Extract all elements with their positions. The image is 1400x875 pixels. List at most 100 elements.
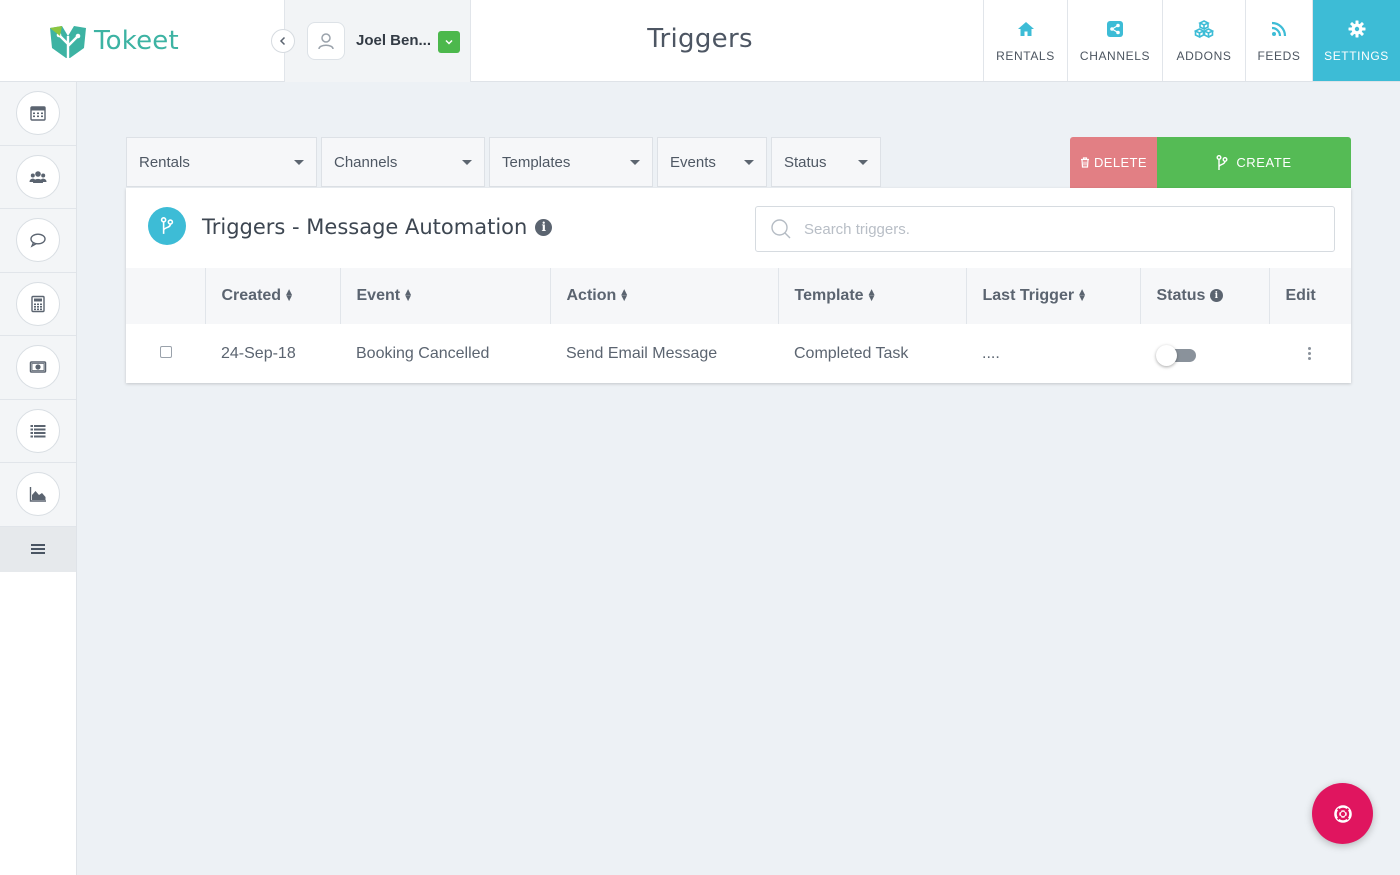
template-cell: Completed Task	[794, 344, 909, 362]
delete-button[interactable]: DELETE	[1070, 137, 1157, 188]
user-menu[interactable]: Joel Ben...	[284, 0, 471, 82]
sidebar-item-tasks[interactable]	[0, 399, 76, 463]
nav-settings-label: SETTINGS	[1324, 48, 1389, 63]
users-icon	[29, 170, 47, 183]
select-column-header	[126, 268, 206, 324]
nav-rentals[interactable]: RENTALS	[983, 0, 1067, 81]
filter-status-label: Status	[784, 153, 827, 171]
panel-title: Triggers - Message Automation i	[202, 215, 553, 239]
home-icon	[1017, 21, 1034, 36]
sort-icon: ▲ ▼	[866, 286, 877, 304]
sidebar-item-circle	[16, 408, 60, 453]
column-event[interactable]: Event ▲ ▼	[340, 268, 551, 324]
nav-feeds[interactable]: FEEDS	[1245, 0, 1312, 81]
money-icon	[29, 361, 47, 373]
chevron-down-icon	[445, 39, 453, 45]
row-select-cell	[126, 324, 205, 383]
caret-down-icon	[462, 159, 472, 165]
column-template[interactable]: Template ▲ ▼	[778, 268, 967, 324]
status-cell	[1140, 324, 1269, 383]
trash-icon	[1081, 157, 1089, 168]
sidebar-item-messages[interactable]	[0, 209, 76, 273]
sort-icon: ▲ ▼	[284, 286, 294, 304]
create-button-label: CREATE	[1236, 155, 1292, 170]
triggers-table: Created ▲ ▼ Event ▲ ▼ Action ▲ ▼ Template ▲ ▼ La…	[126, 268, 1351, 383]
filter-rentals-label: Rentals	[139, 153, 190, 171]
status-toggle[interactable]	[1156, 344, 1196, 366]
caret-down-icon	[294, 159, 304, 165]
info-icon[interactable]: i	[535, 218, 553, 236]
filter-events[interactable]: Events	[657, 137, 767, 187]
help-button[interactable]	[1312, 783, 1373, 844]
row-checkbox[interactable]	[160, 345, 172, 358]
column-status-label: Status	[1156, 287, 1206, 304]
filter-templates[interactable]: Templates	[489, 137, 653, 187]
search-icon	[771, 219, 791, 239]
chevron-left-icon	[279, 36, 286, 46]
column-created-label: Created	[221, 287, 282, 304]
column-status: Status i	[1140, 268, 1270, 324]
nav-settings[interactable]: SETTINGS	[1312, 0, 1400, 81]
sidebar-item-circle	[16, 281, 60, 326]
nav-addons-label: ADDONS	[1176, 48, 1232, 63]
filter-channels-label: Channels	[334, 153, 398, 171]
code-branch-icon	[160, 217, 174, 234]
sidebar-item-stats[interactable]	[0, 463, 76, 527]
caret-down-icon	[858, 159, 868, 165]
more-options-icon[interactable]	[1307, 347, 1311, 360]
search-input[interactable]	[804, 220, 1304, 238]
code-branch-icon	[1216, 154, 1228, 170]
table-header-row: Created ▲ ▼ Event ▲ ▼ Action ▲ ▼ Template ▲ ▼ La…	[126, 268, 1351, 324]
column-last-trigger[interactable]: Last Trigger ▲ ▼	[966, 268, 1141, 324]
sidebar-item-circle	[16, 345, 60, 390]
hamburger-icon	[31, 544, 45, 554]
app-name: Tokeet	[94, 26, 179, 56]
sidebar-item-circle	[16, 154, 60, 199]
nav-rentals-label: RENTALS	[996, 48, 1055, 63]
filter-templates-label: Templates	[502, 153, 571, 171]
nav-channels[interactable]: CHANNELS	[1067, 0, 1162, 81]
sidebar	[0, 82, 77, 875]
column-edit-label: Edit	[1285, 287, 1316, 304]
nav-channels-label: CHANNELS	[1079, 48, 1151, 63]
filter-rentals[interactable]: Rentals	[126, 137, 317, 187]
share-icon	[1107, 20, 1123, 37]
sidebar-item-rates[interactable]	[0, 272, 76, 336]
avatar	[307, 22, 345, 60]
sidebar-item-circle	[16, 218, 60, 263]
create-button[interactable]: CREATE	[1157, 137, 1351, 188]
calendar-icon	[30, 106, 46, 121]
list-icon	[30, 424, 46, 438]
toggle-knob	[1156, 344, 1177, 366]
column-event-label: Event	[356, 287, 401, 304]
sidebar-item-invoices[interactable]	[0, 336, 76, 400]
user-dropdown-button[interactable]	[438, 31, 460, 53]
rss-icon	[1271, 21, 1287, 36]
column-created[interactable]: Created ▲ ▼	[205, 268, 341, 324]
created-cell: 24-Sep-18	[221, 344, 296, 362]
page-title: Triggers	[647, 24, 753, 54]
filter-bar: Rentals Channels Templates Events Status	[126, 137, 881, 187]
filter-status[interactable]: Status	[771, 137, 881, 187]
delete-button-label: DELETE	[1094, 155, 1147, 170]
nav-addons[interactable]: ADDONS	[1162, 0, 1245, 81]
sidebar-item-guests[interactable]	[0, 145, 76, 209]
filter-events-label: Events	[670, 153, 716, 171]
info-icon[interactable]: i	[1209, 289, 1223, 303]
filter-channels[interactable]: Channels	[321, 137, 485, 187]
sidebar-item-calendar[interactable]	[0, 82, 76, 146]
area-chart-icon	[29, 487, 46, 502]
column-action[interactable]: Action ▲ ▼	[550, 268, 779, 324]
column-action-label: Action	[566, 287, 617, 304]
nav-feeds-label: FEEDS	[1257, 48, 1301, 63]
search-box	[755, 206, 1335, 252]
last-trigger-cell: ....	[982, 344, 1000, 362]
app-logo[interactable]: Tokeet	[48, 22, 179, 60]
triggers-panel: Triggers - Message Automation i Created▲…	[126, 188, 1351, 383]
sort-icon: ▲ ▼	[619, 286, 630, 304]
sort-icon: ▲ ▼	[1077, 286, 1087, 304]
collapse-sidebar-button[interactable]	[271, 29, 295, 53]
panel-icon	[148, 207, 186, 245]
table-row[interactable]: 24-Sep-18 Booking Cancelled Send Email M…	[126, 324, 1351, 383]
sidebar-menu-toggle[interactable]	[0, 526, 76, 572]
